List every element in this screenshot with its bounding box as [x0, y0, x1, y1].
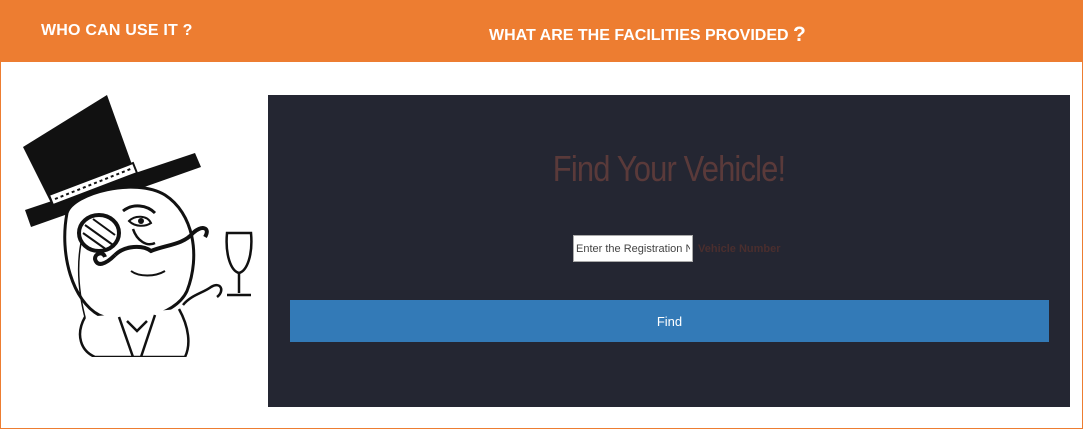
slide-frame: WHO CAN USE IT ? WHAT ARE THE FACILITIES… [0, 0, 1083, 429]
header-left-title: WHO CAN USE IT ? [41, 22, 193, 39]
header-right-qmark: ? [793, 23, 806, 46]
gentleman-meme-icon [23, 95, 253, 357]
header-right-title: WHAT ARE THE FACILITIES PROVIDED ? [489, 22, 806, 46]
panel-title: Find Your Vehicle! [552, 148, 786, 189]
suit-icon [78, 308, 190, 357]
find-button[interactable]: Find [290, 300, 1049, 342]
vehicle-number-label: Vehicle Number [698, 243, 781, 255]
header-bar: WHO CAN USE IT ? WHAT ARE THE FACILITIES… [1, 1, 1082, 62]
registration-number-input[interactable] [573, 235, 693, 262]
vehicle-finder-panel: Find Your Vehicle! Vehicle Number Find [268, 95, 1070, 407]
header-right-title-text: WHAT ARE THE FACILITIES PROVIDED [489, 27, 794, 44]
